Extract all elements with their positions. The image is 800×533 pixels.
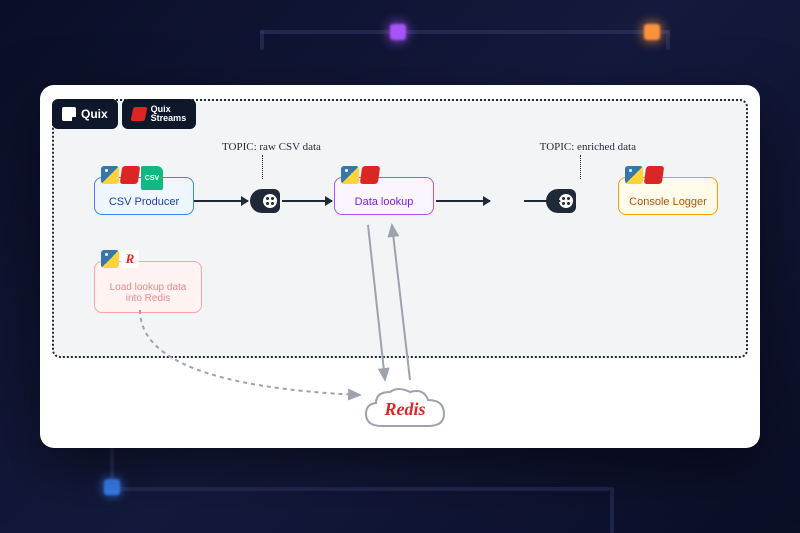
pipeline-container: Quix Quix Streams TOPIC: raw CSV data TO… xyxy=(52,99,748,358)
csv-file-icon: CSV xyxy=(141,166,163,190)
python-icon xyxy=(101,166,119,184)
node-icons: R xyxy=(101,250,139,268)
topic-pointer xyxy=(580,155,581,179)
quix-label: Quix xyxy=(81,108,108,120)
decor-dot-orange xyxy=(644,24,660,40)
python-icon xyxy=(341,166,359,184)
node-label: Load lookup data xyxy=(110,282,187,293)
decor-dot-blue xyxy=(104,479,120,495)
kafka-topic-icon xyxy=(250,189,280,213)
python-icon xyxy=(625,166,643,184)
flow-arrow xyxy=(436,200,490,202)
quix-streams-icon xyxy=(644,166,665,184)
quix-streams-icon xyxy=(130,107,147,121)
console-logger-node: Console Logger xyxy=(618,177,718,215)
topic-pointer xyxy=(262,155,263,179)
flow-arrow xyxy=(194,200,248,202)
redis-icon: R xyxy=(121,250,139,268)
python-icon xyxy=(101,250,119,268)
topic-enriched-label: TOPIC: enriched data xyxy=(540,141,636,179)
decor-line xyxy=(110,487,610,491)
badge-row: Quix Quix Streams xyxy=(52,99,196,129)
redis-cloud: Redis xyxy=(360,384,450,434)
node-label: into Redis xyxy=(126,293,170,304)
node-icons xyxy=(625,166,663,184)
node-label: CSV Producer xyxy=(109,196,179,208)
decor-dot-purple xyxy=(390,24,406,40)
quix-streams-icon xyxy=(120,166,141,184)
data-lookup-node: Data lookup xyxy=(334,177,434,215)
flow-arrow xyxy=(282,200,332,202)
node-label: Console Logger xyxy=(629,196,707,208)
diagram-card: Quix Quix Streams TOPIC: raw CSV data TO… xyxy=(40,85,760,448)
quix-badge: Quix xyxy=(52,99,118,129)
node-icons xyxy=(341,166,379,184)
quix-streams-label: Quix Streams xyxy=(151,105,187,123)
quix-streams-icon xyxy=(360,166,381,184)
topic-raw-label: TOPIC: raw CSV data xyxy=(222,141,321,179)
quix-streams-badge: Quix Streams xyxy=(122,99,197,129)
decor-line xyxy=(610,487,614,533)
load-redis-node: R Load lookup data into Redis xyxy=(94,261,202,313)
csv-producer-node: CSV CSV Producer xyxy=(94,177,194,215)
redis-label: Redis xyxy=(384,399,425,420)
decor-line xyxy=(260,30,264,50)
decor-line xyxy=(666,30,670,50)
node-icons: CSV xyxy=(101,166,163,190)
node-label: Data lookup xyxy=(355,196,414,208)
quix-icon xyxy=(62,107,76,121)
decor-line xyxy=(260,30,670,34)
flow-arrow xyxy=(524,200,560,202)
